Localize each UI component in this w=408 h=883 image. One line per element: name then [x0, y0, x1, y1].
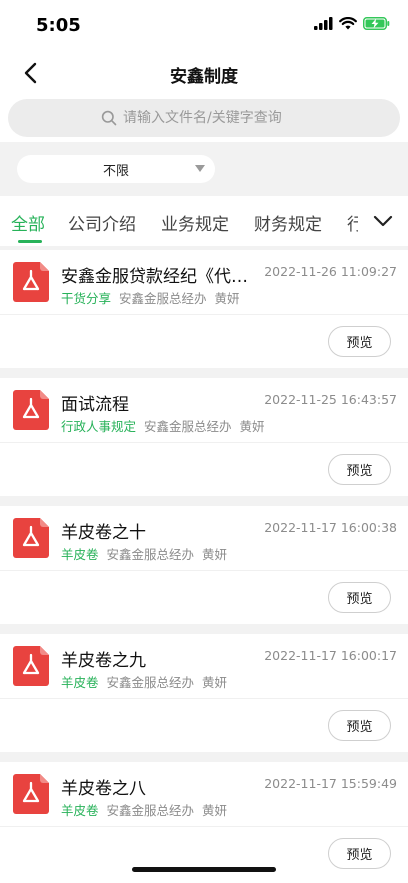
pdf-file-icon [13, 518, 49, 558]
document-card[interactable]: 羊皮卷之八 2022-11-17 15:59:49 羊皮卷 安鑫金服总经办 黄妍 预… [0, 762, 408, 880]
document-title: 安鑫金服贷款经纪《代… [61, 267, 248, 287]
preview-button[interactable]: 预览 [328, 838, 391, 869]
card-divider [0, 570, 408, 571]
document-card[interactable]: 安鑫金服贷款经纪《代… 2022-11-26 11:09:27 干货分享 安鑫金服… [0, 250, 408, 368]
card-divider [0, 442, 408, 443]
pdf-file-icon [13, 646, 49, 686]
chevron-down-icon [373, 215, 393, 227]
search-input[interactable] [123, 110, 307, 126]
filter-area: 不限 [0, 142, 408, 196]
status-icons [314, 17, 390, 30]
tab-finance-rules[interactable]: 财务规定 [254, 210, 322, 235]
pdf-file-icon [13, 774, 49, 814]
card-gap [0, 752, 408, 762]
dropdown-arrow-icon [195, 165, 205, 172]
card-divider [0, 826, 408, 827]
tab-company-intro[interactable]: 公司介绍 [68, 210, 136, 235]
app-screen: 5:05 安鑫制度 请输入文件名/关键字查询 不限 全部 公司介绍 业务规定 财… [0, 0, 408, 883]
document-category: 羊皮卷 [61, 675, 99, 690]
document-author: 黄妍 [239, 419, 265, 434]
card-gap [0, 496, 408, 506]
document-card[interactable]: 羊皮卷之十 2022-11-17 16:00:38 羊皮卷 安鑫金服总经办 黄妍 预… [0, 506, 408, 624]
nav-bar: 安鑫制度 [0, 50, 408, 96]
cellular-signal-icon [314, 17, 333, 30]
card-gap [0, 368, 408, 378]
status-bar: 5:05 [0, 0, 408, 50]
document-author: 黄妍 [214, 291, 240, 306]
document-author: 黄妍 [202, 675, 228, 690]
status-time: 5:05 [36, 15, 81, 36]
pdf-file-icon [13, 262, 49, 302]
search-icon [101, 110, 117, 126]
document-date: 2022-11-17 16:00:17 [264, 648, 397, 663]
document-department: 安鑫金服总经办 [144, 419, 232, 434]
card-gap [0, 624, 408, 634]
search-bar[interactable] [8, 99, 400, 137]
tab-all[interactable]: 全部 [11, 210, 45, 235]
document-category: 羊皮卷 [61, 803, 99, 818]
document-title: 羊皮卷之八 [61, 779, 146, 799]
document-list: 安鑫金服贷款经纪《代… 2022-11-26 11:09:27 干货分享 安鑫金服… [0, 250, 408, 880]
document-meta: 羊皮卷 安鑫金服总经办 黄妍 [61, 672, 227, 691]
document-department: 安鑫金服总经办 [106, 547, 195, 562]
document-meta: 行政人事规定 安鑫金服总经办 黄妍 [61, 416, 265, 435]
filter-selected-value: 不限 [102, 163, 129, 179]
document-card[interactable]: 面试流程 2022-11-25 16:43:57 行政人事规定 安鑫金服总经办 黄妍… [0, 378, 408, 496]
preview-button[interactable]: 预览 [328, 582, 391, 613]
document-author: 黄妍 [202, 803, 228, 818]
document-date: 2022-11-26 11:09:27 [264, 264, 397, 279]
preview-button[interactable]: 预览 [328, 710, 391, 741]
document-meta: 干货分享 安鑫金服总经办 黄妍 [61, 288, 240, 307]
wifi-icon [339, 17, 357, 30]
active-tab-indicator [18, 240, 42, 243]
document-meta: 羊皮卷 安鑫金服总经办 黄妍 [61, 544, 227, 563]
battery-charging-icon [363, 17, 390, 30]
document-meta: 羊皮卷 安鑫金服总经办 黄妍 [61, 800, 227, 819]
home-indicator [132, 867, 276, 872]
document-category: 羊皮卷 [61, 547, 99, 562]
document-category: 干货分享 [61, 291, 112, 306]
document-title: 面试流程 [61, 395, 129, 415]
page-title: 安鑫制度 [170, 67, 238, 87]
tab-business-rules[interactable]: 业务规定 [161, 210, 229, 235]
document-department: 安鑫金服总经办 [119, 291, 207, 306]
document-category: 行政人事规定 [61, 419, 137, 434]
preview-button[interactable]: 预览 [328, 326, 391, 357]
filter-dropdown[interactable]: 不限 [17, 155, 215, 183]
document-title: 羊皮卷之十 [61, 523, 146, 543]
document-date: 2022-11-17 15:59:49 [264, 776, 397, 791]
card-divider [0, 314, 408, 315]
document-department: 安鑫金服总经办 [106, 675, 195, 690]
more-tabs-button[interactable] [358, 196, 408, 246]
card-divider [0, 698, 408, 699]
document-card[interactable]: 羊皮卷之九 2022-11-17 16:00:17 羊皮卷 安鑫金服总经办 黄妍 预… [0, 634, 408, 752]
document-date: 2022-11-17 16:00:38 [264, 520, 397, 535]
preview-button[interactable]: 预览 [328, 454, 391, 485]
category-tabs: 全部 公司介绍 业务规定 财务规定 行 [0, 196, 408, 246]
document-department: 安鑫金服总经办 [106, 803, 195, 818]
document-author: 黄妍 [202, 547, 228, 562]
document-title: 羊皮卷之九 [61, 651, 146, 671]
document-date: 2022-11-25 16:43:57 [264, 392, 397, 407]
pdf-file-icon [13, 390, 49, 430]
